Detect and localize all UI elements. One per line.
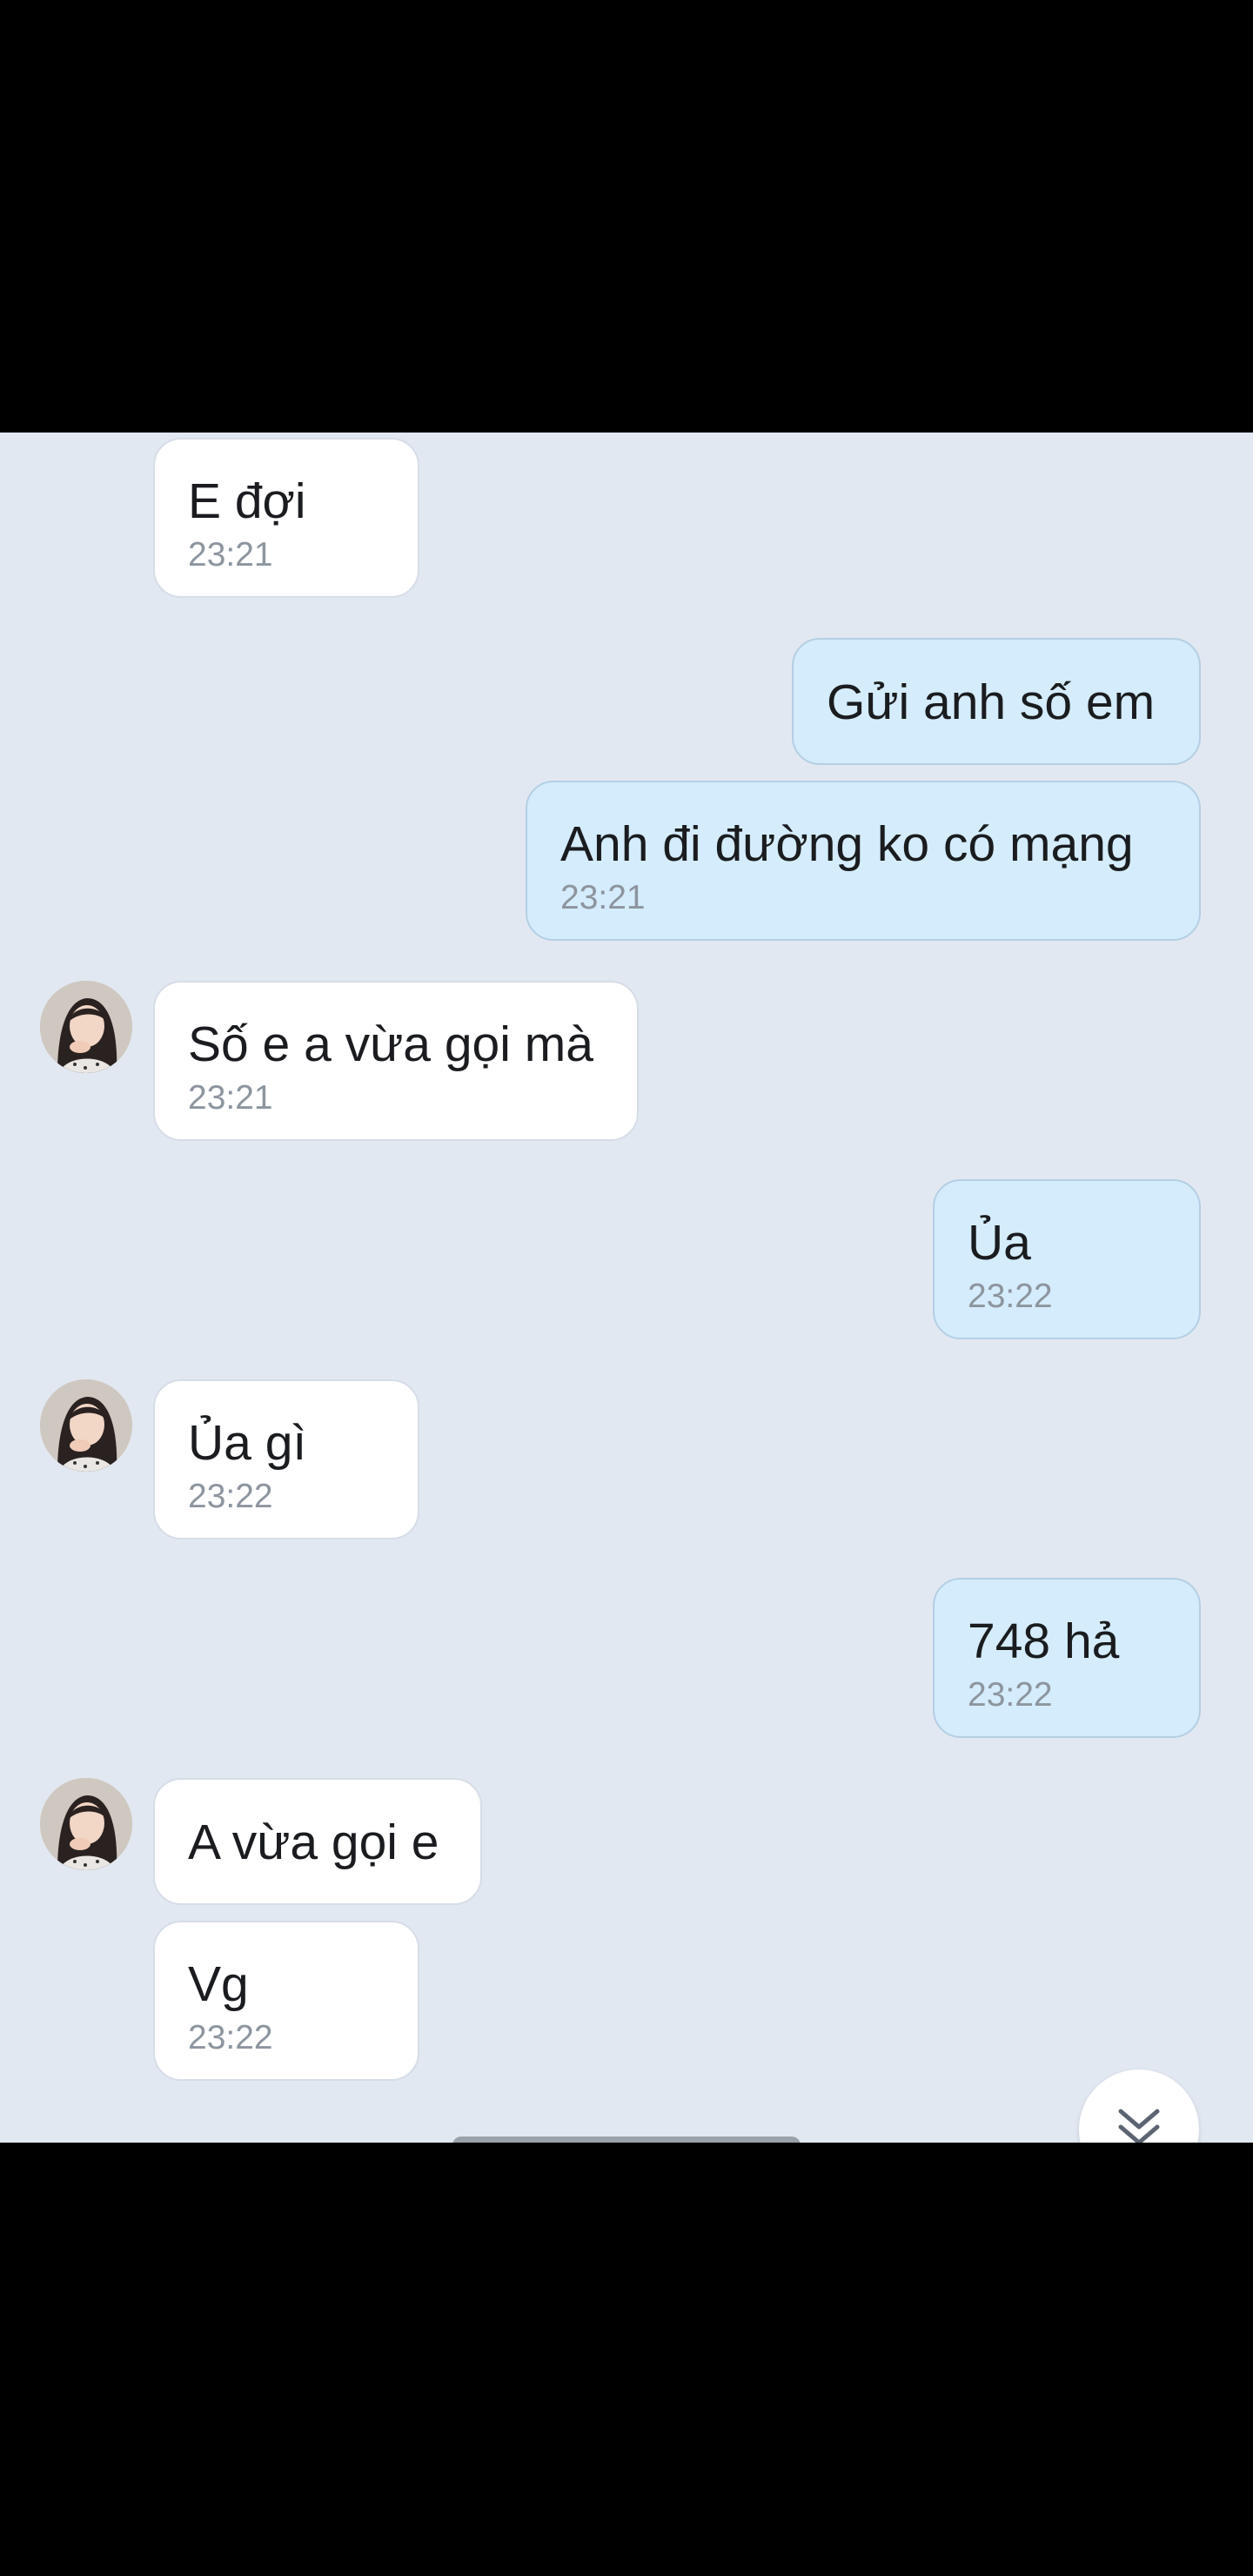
contact-avatar[interactable]: [40, 1379, 132, 1472]
contact-avatar[interactable]: [40, 981, 132, 1073]
message-timestamp: 23:22: [968, 1278, 1053, 1315]
message-timestamp: 23:21: [560, 879, 646, 916]
message-text: Gửi anh số em: [827, 674, 1156, 730]
message-text: Số e a vừa gọi mà: [188, 1016, 593, 1072]
message-bubble-outgoing[interactable]: Gửi anh số em: [792, 638, 1201, 765]
message-text: Vg: [188, 1956, 249, 2012]
phone-screen: E đợi 23:21 Gửi anh số em Anh đi đường k…: [0, 0, 1253, 2576]
message-text: Ủa gì: [188, 1415, 307, 1471]
message-bubble-outgoing[interactable]: Anh đi đường ko có mạng 23:21: [526, 781, 1201, 941]
avatar-photo: [40, 1778, 132, 1870]
chat-message-list[interactable]: E đợi 23:21 Gửi anh số em Anh đi đường k…: [0, 433, 1253, 2143]
message-timestamp: 23:21: [188, 536, 273, 574]
message-text: Anh đi đường ko có mạng: [560, 816, 1134, 872]
avatar-photo: [40, 981, 132, 1073]
message-timestamp: 23:22: [188, 1478, 273, 1515]
message-timestamp: 23:21: [188, 1079, 273, 1117]
contact-avatar[interactable]: [40, 1778, 132, 1870]
message-bubble-outgoing[interactable]: Ủa 23:22: [933, 1179, 1201, 1339]
message-text: E đợi: [188, 473, 306, 529]
message-timestamp: 23:22: [968, 1676, 1053, 1714]
message-text: A vừa gọi e: [188, 1815, 439, 1870]
message-text: Ủa: [968, 1215, 1031, 1271]
message-text: 748 hả: [968, 1613, 1120, 1669]
message-bubble-incoming[interactable]: Số e a vừa gọi mà 23:21: [153, 981, 639, 1141]
avatar-photo: [40, 1379, 132, 1472]
message-timestamp: 23:22: [188, 2019, 273, 2056]
message-bubble-incoming[interactable]: Vg 23:22: [153, 1921, 419, 2081]
message-bubble-outgoing[interactable]: 748 hả 23:22: [933, 1578, 1201, 1738]
message-bubble-incoming[interactable]: E đợi 23:21: [153, 438, 419, 598]
bottom-letterbox: [0, 2143, 1253, 2576]
message-bubble-incoming[interactable]: Ủa gì 23:22: [153, 1379, 419, 1540]
message-bubble-incoming[interactable]: A vừa gọi e: [153, 1778, 482, 1905]
